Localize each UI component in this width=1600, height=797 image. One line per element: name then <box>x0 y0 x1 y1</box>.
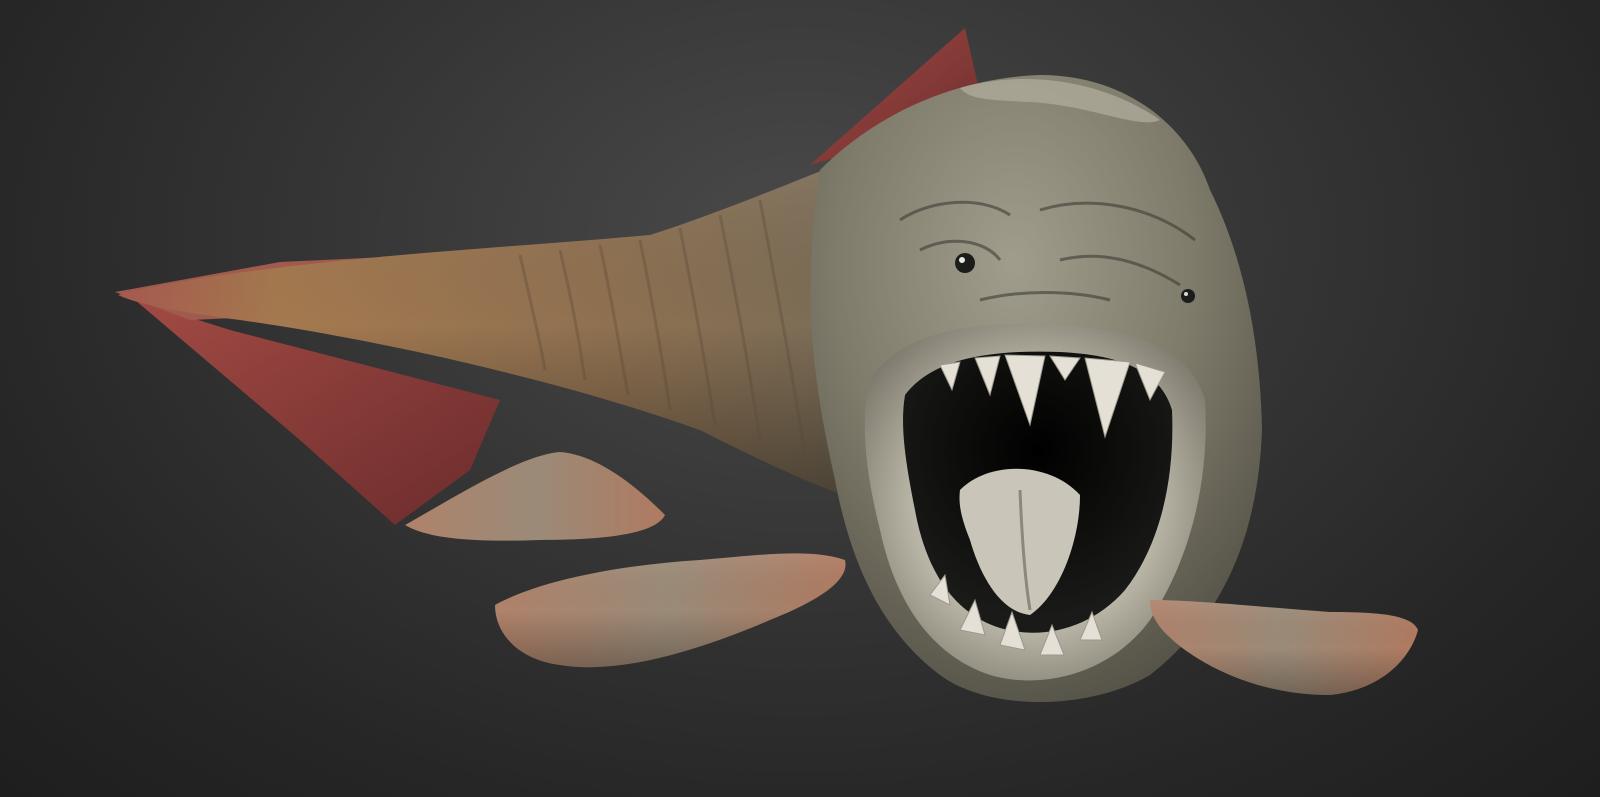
render-viewport <box>0 0 1600 797</box>
creature-render <box>115 28 1418 703</box>
eye-right <box>1181 289 1195 303</box>
eye-left <box>955 253 975 273</box>
